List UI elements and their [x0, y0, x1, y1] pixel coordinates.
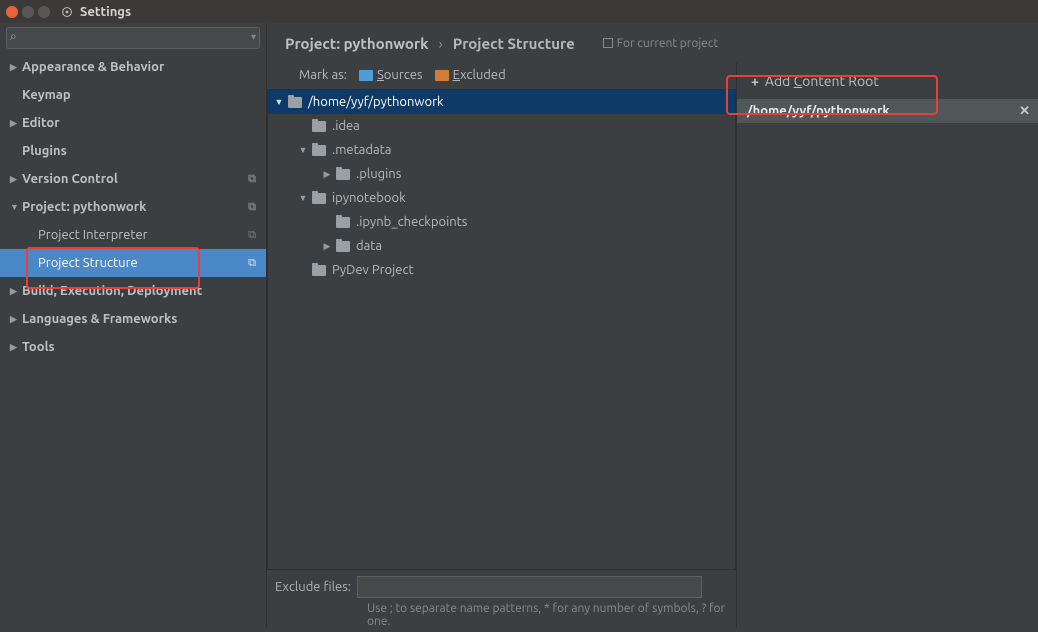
- sidebar-item-label: Project Interpreter: [38, 228, 148, 242]
- sidebar-item-plugins[interactable]: Plugins: [0, 137, 266, 165]
- tree-row-label: PyDev Project: [332, 263, 414, 277]
- exclude-files-hint: Use ; to separate name patterns, * for a…: [367, 602, 728, 628]
- settings-sidebar: ⌕ ▾ ▶Appearance & BehaviorKeymap▶EditorP…: [0, 23, 267, 628]
- tree-row-label: /home/yyf/pythonwork: [308, 95, 444, 109]
- sidebar-item-build-execution-deployment[interactable]: ▶Build, Execution, Deployment: [0, 277, 266, 305]
- chevron-right-icon[interactable]: ▶: [322, 169, 332, 180]
- exclude-files-label: Exclude files:: [275, 580, 351, 594]
- folder-icon: [312, 145, 326, 156]
- chevron-down-icon[interactable]: ▼: [298, 145, 308, 155]
- sidebar-item-label: Languages & Frameworks: [22, 312, 177, 326]
- window-close-button[interactable]: [6, 6, 18, 18]
- tree-row-label: .plugins: [356, 167, 401, 181]
- chevron-right-icon: ▶: [10, 286, 20, 297]
- tree-row[interactable]: ▼ /home/yyf/pythonwork: [268, 90, 735, 114]
- sidebar-item-label: Project Structure: [38, 256, 138, 270]
- settings-gear-icon: [60, 5, 74, 19]
- scope-icon: [603, 38, 613, 48]
- sidebar-item-project-pythonwork[interactable]: ▼Project: pythonwork ⧉: [0, 193, 266, 221]
- window-maximize-button[interactable]: [38, 6, 50, 18]
- settings-nav: ▶Appearance & BehaviorKeymap▶EditorPlugi…: [0, 53, 266, 628]
- project-scope-icon: ⧉: [248, 173, 256, 186]
- chevron-right-icon: ▶: [10, 118, 20, 129]
- tree-row-label: .ipynb_checkpoints: [356, 215, 467, 229]
- window-minimize-button[interactable]: [22, 6, 34, 18]
- sidebar-item-label: Version Control: [22, 172, 118, 186]
- remove-root-icon[interactable]: ✕: [1019, 104, 1030, 119]
- tree-row-label: .idea: [332, 119, 360, 133]
- breadcrumb-scope-note: For current project: [603, 37, 719, 50]
- chevron-down-icon[interactable]: ▼: [274, 97, 284, 107]
- content-root-path: /home/yyf/pythonwork: [747, 104, 890, 118]
- sidebar-item-label: Appearance & Behavior: [22, 60, 164, 74]
- tree-row[interactable]: PyDev Project: [268, 258, 735, 282]
- add-content-root-button[interactable]: + Add Content Root: [737, 63, 1038, 99]
- settings-content: Project: pythonwork › Project Structure …: [267, 23, 1038, 628]
- mark-as-label: Mark as:: [299, 68, 347, 82]
- project-scope-icon: ⧉: [248, 257, 256, 270]
- breadcrumb: Project: pythonwork › Project Structure …: [267, 23, 1038, 63]
- sidebar-item-label: Editor: [22, 116, 60, 130]
- sidebar-item-appearance-behavior[interactable]: ▶Appearance & Behavior: [0, 53, 266, 81]
- project-scope-icon: ⧉: [248, 229, 256, 242]
- breadcrumb-project[interactable]: Project: pythonwork: [285, 35, 429, 52]
- window-title: Settings: [80, 5, 131, 19]
- plus-icon: +: [751, 73, 759, 89]
- sidebar-item-project-interpreter[interactable]: Project Interpreter ⧉: [0, 221, 266, 249]
- search-icon: ⌕: [10, 30, 17, 44]
- chevron-right-icon: ▶: [10, 314, 20, 325]
- tree-row[interactable]: ▼ ipynotebook: [268, 186, 735, 210]
- mark-as-sources[interactable]: Sources: [377, 68, 423, 82]
- mark-as-bar: Mark as: Sources Excluded: [267, 63, 736, 87]
- mark-as-excluded[interactable]: Excluded: [453, 68, 506, 82]
- folder-icon: [336, 241, 350, 252]
- sidebar-item-languages-frameworks[interactable]: ▶Languages & Frameworks: [0, 305, 266, 333]
- sidebar-item-project-structure[interactable]: Project Structure ⧉: [0, 249, 266, 277]
- tree-row-label: .metadata: [332, 143, 391, 157]
- folder-icon: [312, 265, 326, 276]
- content-root-tree[interactable]: ▼ /home/yyf/pythonwork .idea ▼ .metadata ▶ .pl…: [267, 89, 736, 570]
- tree-row-label: ipynotebook: [332, 191, 406, 205]
- tree-row[interactable]: .idea: [268, 114, 735, 138]
- tree-row[interactable]: ▼ .metadata: [268, 138, 735, 162]
- sources-folder-icon: [359, 70, 373, 81]
- sidebar-item-editor[interactable]: ▶Editor: [0, 109, 266, 137]
- sidebar-item-label: Tools: [22, 340, 55, 354]
- sidebar-item-label: Project: pythonwork: [22, 200, 146, 214]
- tree-row[interactable]: ▶ .plugins: [268, 162, 735, 186]
- breadcrumb-separator-icon: ›: [439, 35, 443, 52]
- chevron-right-icon: ▶: [10, 174, 20, 185]
- settings-search-input[interactable]: [6, 27, 260, 49]
- window-titlebar: Settings: [0, 0, 1038, 23]
- folder-icon: [336, 169, 350, 180]
- content-root-item[interactable]: /home/yyf/pythonwork ✕: [737, 99, 1038, 123]
- exclude-files-input[interactable]: [357, 576, 702, 598]
- folder-icon: [336, 217, 350, 228]
- tree-row-label: data: [356, 239, 382, 253]
- project-scope-icon: ⧉: [248, 201, 256, 214]
- tree-row[interactable]: .ipynb_checkpoints: [268, 210, 735, 234]
- sidebar-item-version-control[interactable]: ▶Version Control ⧉: [0, 165, 266, 193]
- chevron-right-icon: ▶: [10, 342, 20, 353]
- folder-icon: [288, 97, 302, 108]
- content-roots-rail: + Add Content Root /home/yyf/pythonwork ✕: [736, 63, 1038, 628]
- chevron-right-icon[interactable]: ▶: [322, 241, 332, 252]
- chevron-down-icon[interactable]: ▼: [298, 193, 308, 203]
- chevron-down-icon: ▼: [10, 202, 20, 212]
- breadcrumb-page: Project Structure: [453, 35, 575, 52]
- sidebar-item-label: Plugins: [22, 144, 67, 158]
- sidebar-item-label: Keymap: [22, 88, 71, 102]
- center-pane: Mark as: Sources Excluded ▼ /home/yyf/pyt…: [267, 63, 736, 628]
- exclude-files-bar: Exclude files: Use ; to separate name pa…: [267, 570, 736, 628]
- folder-icon: [312, 121, 326, 132]
- folder-icon: [312, 193, 326, 204]
- search-dropdown-icon[interactable]: ▾: [251, 31, 256, 43]
- sidebar-item-tools[interactable]: ▶Tools: [0, 333, 266, 361]
- sidebar-item-label: Build, Execution, Deployment: [22, 284, 202, 298]
- sidebar-item-keymap[interactable]: Keymap: [0, 81, 266, 109]
- chevron-right-icon: ▶: [10, 62, 20, 73]
- tree-row[interactable]: ▶ data: [268, 234, 735, 258]
- excluded-folder-icon: [435, 70, 449, 81]
- settings-search: ⌕ ▾: [6, 27, 260, 49]
